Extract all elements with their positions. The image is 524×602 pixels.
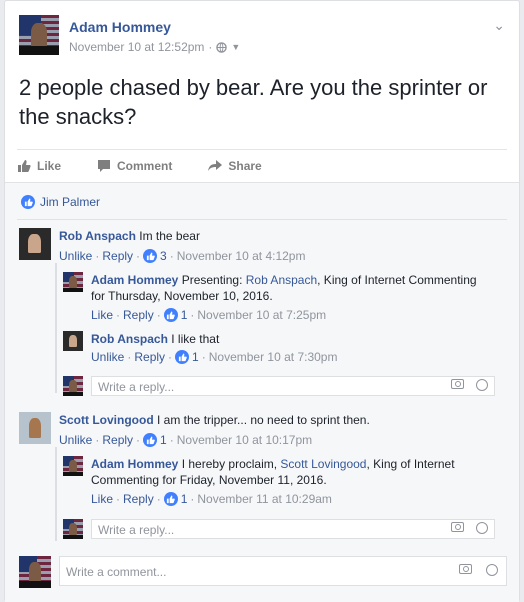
reply-actions: Like · Reply · 1 · November 10 at 7:25pm	[91, 308, 327, 322]
comment-button[interactable]: Comment	[97, 159, 172, 173]
comment-actions: Unlike · Reply · 3 · November 10 at 4:12…	[59, 249, 306, 263]
post-header: Adam Hommey November 10 at 12:52pm · ▼ ⌄	[19, 15, 507, 57]
likers-name[interactable]: Jim Palmer	[40, 195, 100, 209]
thread-line	[55, 263, 57, 393]
author-avatar[interactable]	[19, 15, 59, 55]
like-reaction-icon	[175, 350, 190, 364]
user-avatar	[19, 556, 51, 588]
like-link[interactable]: Like	[91, 492, 113, 506]
reply-link[interactable]: Reply	[123, 308, 154, 322]
reply-body: Adam Hommey Presenting: Rob Anspach, Kin…	[91, 272, 491, 304]
like-reaction-icon	[143, 249, 158, 263]
user-avatar	[63, 376, 83, 396]
reply-time[interactable]: November 11 at 10:29am	[197, 492, 332, 506]
chevron-down-icon[interactable]: ▼	[231, 42, 240, 52]
reply-actions: Unlike · Reply · 1 · November 10 at 7:30…	[91, 350, 338, 364]
post-timestamp[interactable]: November 10 at 12:52pm	[69, 40, 204, 54]
like-reaction-icon	[143, 433, 158, 447]
globe-icon[interactable]	[216, 41, 228, 53]
unlike-link[interactable]: Unlike	[59, 433, 92, 447]
commenter-avatar[interactable]	[19, 412, 51, 444]
post-actions: Like Comment Share	[17, 149, 507, 181]
like-count[interactable]: 1	[181, 492, 188, 506]
reply-link[interactable]: Reply	[134, 350, 165, 364]
commenter-name[interactable]: Scott Lovingood	[59, 413, 154, 427]
post-meta: November 10 at 12:52pm · ▼	[69, 40, 241, 54]
thumbs-up-icon	[18, 159, 31, 172]
like-count[interactable]: 3	[160, 249, 167, 263]
reply-link[interactable]: Reply	[102, 433, 133, 447]
user-avatar	[63, 519, 83, 539]
reply-text: I like that	[171, 332, 220, 346]
comment-time[interactable]: November 10 at 4:12pm	[177, 249, 306, 263]
reply-actions: Like · Reply · 1 · November 11 at 10:29a…	[91, 492, 332, 506]
commenter-name[interactable]: Adam Hommey	[91, 457, 178, 471]
reply-time[interactable]: November 10 at 7:25pm	[197, 308, 326, 322]
comment-text: I am the tripper... no need to sprint th…	[157, 413, 370, 427]
commenter-avatar[interactable]	[63, 331, 83, 351]
like-button[interactable]: Like	[17, 159, 61, 173]
like-reaction-icon	[163, 492, 178, 506]
camera-icon[interactable]	[451, 522, 464, 532]
share-button[interactable]: Share	[208, 159, 262, 173]
reply-link[interactable]: Reply	[123, 492, 154, 506]
post-options-chevron-icon[interactable]: ⌄	[493, 17, 505, 34]
emoji-icon[interactable]	[476, 379, 488, 391]
reply-input[interactable]: Write a reply...	[91, 376, 495, 396]
divider	[17, 219, 507, 220]
commenter-avatar[interactable]	[63, 272, 83, 292]
reply-composer: Write a reply...	[63, 376, 495, 396]
like-reaction-icon	[163, 308, 178, 322]
commenter-name[interactable]: Rob Anspach	[59, 229, 136, 243]
reply-text: Presenting:	[181, 273, 246, 287]
like-count[interactable]: 1	[192, 350, 199, 364]
reply-text: I hereby proclaim,	[181, 457, 281, 471]
reply-composer: Write a reply...	[63, 519, 495, 539]
comment-body: Scott Lovingood I am the tripper... no n…	[59, 412, 370, 428]
like-link[interactable]: Like	[91, 308, 113, 322]
reply-time[interactable]: November 10 at 7:30pm	[209, 350, 338, 364]
likers-summary: Jim Palmer	[21, 195, 100, 209]
author-name[interactable]: Adam Hommey	[69, 19, 171, 35]
reply-input[interactable]: Write a reply...	[91, 519, 495, 539]
post-card: Adam Hommey November 10 at 12:52pm · ▼ ⌄…	[4, 0, 520, 602]
like-count[interactable]: 1	[160, 433, 167, 447]
emoji-icon[interactable]	[476, 522, 488, 534]
comment-time[interactable]: November 10 at 10:17pm	[177, 433, 312, 447]
camera-icon[interactable]	[451, 379, 464, 389]
reply-link[interactable]: Reply	[102, 249, 133, 263]
comment-actions: Unlike · Reply · 1 · November 10 at 10:1…	[59, 433, 313, 447]
comment-icon	[98, 159, 111, 172]
reply-body: Rob Anspach I like that	[91, 331, 219, 347]
mention-link[interactable]: Rob Anspach	[246, 273, 317, 287]
emoji-icon[interactable]	[486, 564, 498, 576]
reply-body: Adam Hommey I hereby proclaim, Scott Lov…	[91, 456, 491, 488]
commenter-name[interactable]: Adam Hommey	[91, 273, 178, 287]
like-reaction-icon	[21, 195, 35, 209]
post-text: 2 people chased by bear. Are you the spr…	[19, 75, 488, 129]
like-count[interactable]: 1	[181, 308, 188, 322]
camera-icon[interactable]	[459, 564, 472, 574]
comment-text: Im the bear	[139, 229, 200, 243]
comment-input[interactable]: Write a comment...	[59, 556, 507, 586]
commenter-avatar[interactable]	[63, 456, 83, 476]
commenter-name[interactable]: Rob Anspach	[91, 332, 168, 346]
unlike-link[interactable]: Unlike	[91, 350, 124, 364]
comment-body: Rob Anspach Im the bear	[59, 228, 200, 244]
comments-section: Jim Palmer Rob Anspach Im the bear Unlik…	[5, 182, 519, 602]
share-arrow-icon	[208, 159, 223, 171]
mention-link[interactable]: Scott Lovingood	[280, 457, 366, 471]
thread-line	[55, 447, 57, 541]
unlike-link[interactable]: Unlike	[59, 249, 92, 263]
commenter-avatar[interactable]	[19, 228, 51, 260]
